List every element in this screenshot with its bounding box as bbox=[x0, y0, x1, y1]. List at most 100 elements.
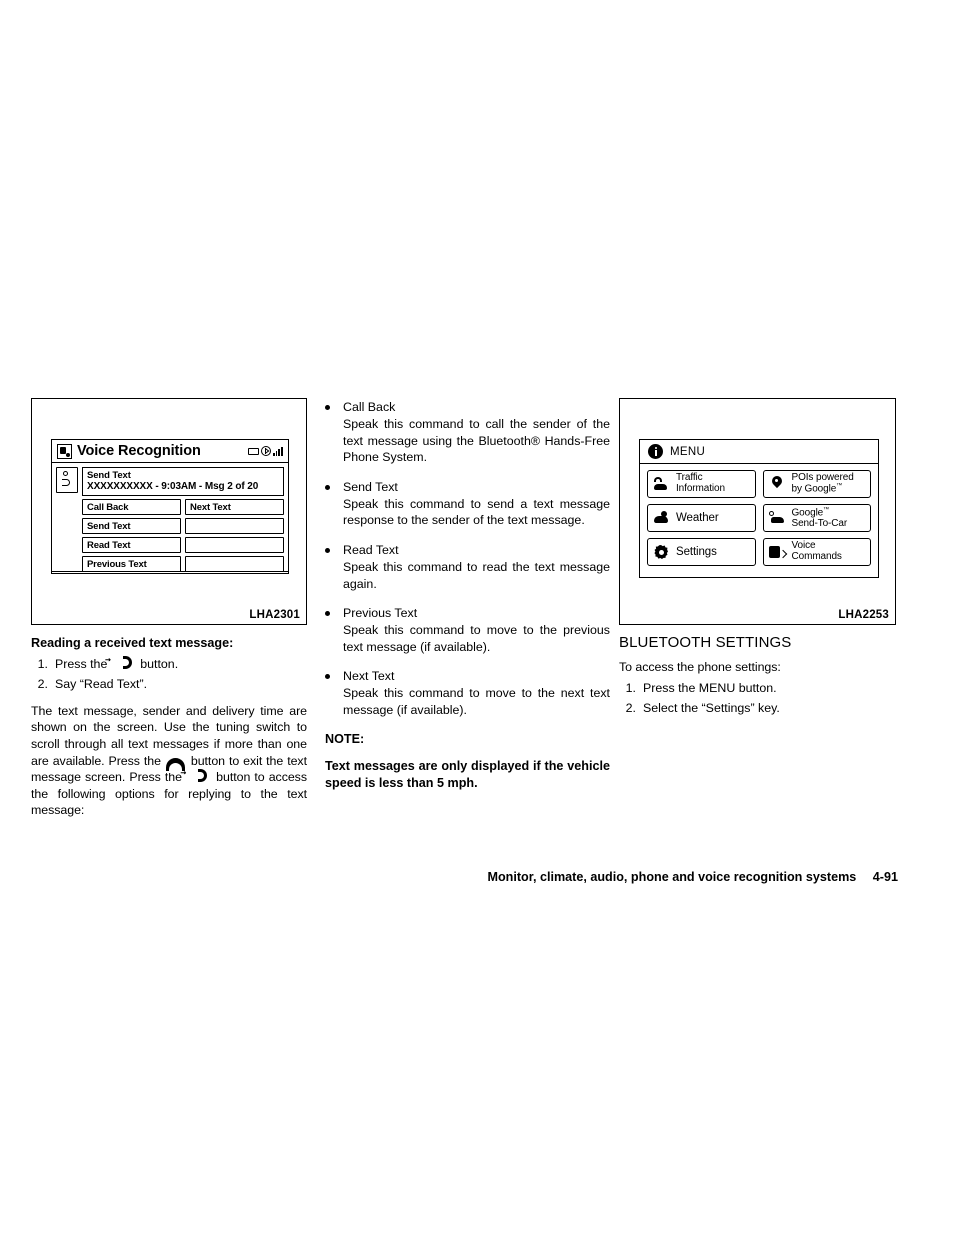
bullet-description: Speak this command to move to the next t… bbox=[343, 686, 610, 717]
figure-code-right: LHA2253 bbox=[838, 609, 889, 621]
bullet-title: Read Text bbox=[343, 542, 399, 557]
vr-key-send-text[interactable]: Send Text bbox=[82, 518, 181, 535]
vr-status-icons bbox=[247, 446, 283, 456]
bullet-description: Speak this command to read the text mess… bbox=[343, 559, 610, 591]
col1-steps: 1. Press the ⃗ button. 2. Say “Read Text… bbox=[31, 655, 307, 693]
step-text: Say “Read Text”. bbox=[55, 677, 148, 692]
menu-key-label-line2: Commands bbox=[791, 551, 842, 562]
menu-key-weather[interactable]: Weather bbox=[647, 504, 756, 532]
vr-message-title: Send Text bbox=[87, 470, 131, 481]
bullet-icon bbox=[325, 405, 343, 473]
trademark-symbol: ™ bbox=[823, 506, 830, 513]
menu-key-label-line2: Send-To-Car bbox=[791, 517, 848, 529]
vr-message-row: Send Text XXXXXXXXXX - 9:03AM - Msg 2 of… bbox=[56, 467, 284, 497]
menu-key-label-line1: Settings bbox=[676, 545, 717, 558]
map-pin-icon bbox=[769, 476, 785, 492]
manual-page: Voice Recognition Send Text XXXXXXXXXX -… bbox=[0, 0, 954, 1235]
page-number: 4-91 bbox=[872, 870, 898, 884]
column-middle: Call Back Speak this command to call the… bbox=[325, 398, 610, 791]
list-item: 1. Press the MENU button. bbox=[619, 680, 896, 697]
vr-key-column-left: Call Back Send Text Read Text Previous T… bbox=[82, 499, 181, 573]
column-left: Voice Recognition Send Text XXXXXXXXXX -… bbox=[31, 398, 307, 819]
hangup-button-icon bbox=[165, 756, 187, 773]
vr-key-empty-3[interactable] bbox=[185, 556, 284, 573]
bullet-title: Previous Text bbox=[343, 606, 418, 621]
step-text-post: button. bbox=[140, 656, 179, 671]
step-text: Select the “Settings” key. bbox=[643, 701, 780, 716]
step-number: 2. bbox=[625, 701, 636, 716]
traffic-icon bbox=[653, 476, 669, 492]
list-item: Next Text Speak this command to move to … bbox=[325, 667, 610, 718]
text-message-icon bbox=[56, 467, 78, 493]
trademark-symbol: ™ bbox=[836, 483, 843, 490]
vr-title-bar: Voice Recognition bbox=[52, 440, 288, 463]
figure-menu-screen: MENU Traffic Information POIs powered by… bbox=[619, 398, 896, 625]
menu-screen: MENU Traffic Information POIs powered by… bbox=[639, 439, 879, 578]
voice-commands-icon bbox=[768, 544, 785, 560]
vr-body: Send Text XXXXXXXXXX - 9:03AM - Msg 2 of… bbox=[52, 463, 288, 576]
figure-code-left: LHA2301 bbox=[249, 609, 300, 621]
bullet-description: Speak this command to move to the previo… bbox=[343, 623, 610, 654]
column-right: MENU Traffic Information POIs powered by… bbox=[619, 398, 896, 717]
voice-recognition-icon bbox=[57, 443, 72, 459]
col1-heading: Reading a received text message: bbox=[31, 636, 234, 650]
step-number: 2. bbox=[37, 677, 48, 692]
list-item: 1. Press the ⃗ button. bbox=[31, 655, 307, 673]
list-item: Read Text Speak this command to read the… bbox=[325, 541, 610, 592]
list-item: Call Back Speak this command to call the… bbox=[325, 398, 610, 466]
col3-intro: To access the phone settings: bbox=[619, 660, 781, 674]
footer-chapter-title: Monitor, climate, audio, phone and voice… bbox=[487, 870, 857, 884]
step-text: Press the MENU button. bbox=[643, 680, 777, 695]
vr-key-grid: Call Back Send Text Read Text Previous T… bbox=[56, 499, 284, 573]
menu-key-google-send-to-car[interactable]: Google™ Send-To-Car bbox=[762, 504, 871, 532]
bullet-title: Next Text bbox=[343, 669, 395, 684]
page-footer: Monitor, climate, audio, phone and voice… bbox=[0, 870, 954, 884]
menu-key-grid: Traffic Information POIs powered by Goog… bbox=[640, 464, 878, 572]
voice-recognition-screen: Voice Recognition Send Text XXXXXXXXXX -… bbox=[51, 439, 289, 574]
menu-key-voice-commands[interactable]: Voice Commands bbox=[762, 538, 871, 566]
weather-icon bbox=[653, 510, 669, 526]
list-item: 2. Say “Read Text”. bbox=[31, 676, 307, 693]
menu-key-label-line2: by Google™ bbox=[791, 483, 843, 495]
bullet-icon bbox=[325, 674, 343, 725]
menu-key-label-line1: Google™ bbox=[791, 506, 830, 518]
vr-message-meta: XXXXXXXXXX - 9:03AM - Msg 2 of 20 bbox=[87, 481, 259, 493]
menu-key-settings[interactable]: Settings bbox=[647, 538, 756, 566]
step-number: 1. bbox=[37, 656, 48, 671]
list-item: Previous Text Speak this command to move… bbox=[325, 604, 610, 655]
note-label: NOTE: bbox=[325, 731, 365, 746]
list-item: Send Text Speak this command to send a t… bbox=[325, 478, 610, 529]
step-text: Press the ⃗ button. bbox=[55, 655, 179, 673]
col3-steps: 1. Press the MENU button. 2. Select the … bbox=[619, 680, 896, 717]
bullet-icon bbox=[325, 485, 343, 536]
menu-title-bar: MENU bbox=[640, 440, 878, 464]
menu-key-traffic-information[interactable]: Traffic Information bbox=[647, 470, 756, 498]
talk-button-icon: ⃗ bbox=[186, 769, 212, 783]
menu-key-label-line2: Information bbox=[676, 483, 725, 494]
menu-key-label-line1: POIs powered bbox=[791, 471, 854, 483]
vr-key-empty-2[interactable] bbox=[185, 537, 284, 554]
talk-button-icon: ⃗ bbox=[111, 655, 137, 670]
vr-key-call-back[interactable]: Call Back bbox=[82, 499, 181, 516]
bullet-icon bbox=[325, 611, 343, 662]
vr-screen-title: Voice Recognition bbox=[77, 442, 201, 459]
vr-key-column-right: Next Text bbox=[185, 499, 284, 573]
note-text: Text messages are only displayed if the … bbox=[325, 759, 610, 790]
bullet-icon bbox=[325, 548, 343, 599]
bullet-title: Send Text bbox=[343, 479, 398, 494]
col1-paragraph: The text message, sender and delivery ti… bbox=[31, 703, 307, 819]
menu-key-label-line1: Weather bbox=[676, 511, 719, 524]
menu-key-pois-powered-by-google[interactable]: POIs powered by Google™ bbox=[762, 470, 871, 498]
vr-key-next-text[interactable]: Next Text bbox=[185, 499, 284, 516]
menu-screen-title: MENU bbox=[670, 445, 706, 458]
vr-footer-divider bbox=[52, 571, 288, 573]
vr-key-previous-text[interactable]: Previous Text bbox=[82, 556, 181, 573]
bluetooth-icon bbox=[260, 446, 271, 456]
vr-key-read-text[interactable]: Read Text bbox=[82, 537, 181, 554]
bullet-description: Speak this command to call the sender of… bbox=[343, 417, 610, 465]
figure-voice-recognition: Voice Recognition Send Text XXXXXXXXXX -… bbox=[31, 398, 307, 625]
section-title: BLUETOOTH SETTINGS bbox=[619, 634, 792, 651]
bullet-title: Call Back bbox=[343, 400, 396, 414]
vr-key-empty-1[interactable] bbox=[185, 518, 284, 535]
send-to-car-icon bbox=[768, 510, 785, 526]
